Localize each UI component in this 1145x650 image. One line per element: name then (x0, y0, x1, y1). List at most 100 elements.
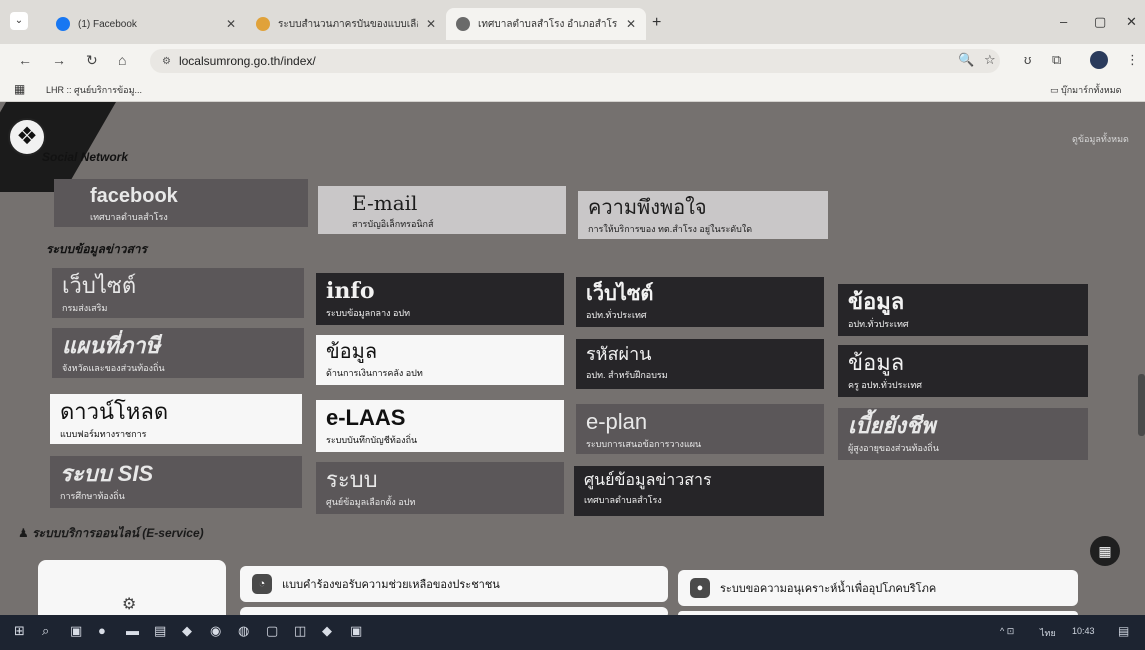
bookmark-lhr[interactable]: LHR :: ศูนย์บริการข้อมู... (46, 83, 142, 97)
card-e-laas[interactable]: e-LAAS ระบบบันทึกบัญชีท้องถิ่น (316, 400, 564, 452)
card-subtitle: แบบฟอร์มทางราชการ (60, 429, 147, 440)
card-website-lao[interactable]: เว็บไซต์ อปท.ทั่วประเทศ (576, 277, 824, 327)
close-window-button[interactable]: ✕ (1126, 14, 1137, 30)
zoom-icon[interactable]: 🔍 (958, 52, 974, 68)
bookmarks-bar: ▦ LHR :: ศูนย์บริการข้อมู... ▭ บุ๊กมาร์ก… (0, 78, 1145, 102)
close-icon[interactable]: ✕ (226, 17, 236, 31)
card-title: เว็บไซต์ (62, 273, 137, 298)
taskbar-app-9[interactable]: ◫ (294, 623, 306, 639)
card-title: facebook (90, 185, 178, 207)
url-text: localsumrong.go.th/index/ (178, 54, 316, 68)
taskbar-app-2[interactable]: ● (98, 623, 106, 638)
view-all-link[interactable]: ดูข้อมูลทั้งหมด (1072, 132, 1129, 146)
card-sis[interactable]: ระบบ SIS การศึกษาท้องถิ่น (50, 456, 302, 508)
search-icon[interactable]: ⌕ (42, 623, 49, 639)
water-drop-icon: ● (690, 578, 710, 598)
more-menu-icon[interactable]: ⋮ (1126, 52, 1139, 68)
taskbar-app-1[interactable]: ▣ (70, 623, 82, 639)
card-website-dla[interactable]: เว็บไซต์ กรมส่งเสริม (52, 268, 304, 318)
service-water-request[interactable]: ● ระบบขอความอนุเคราะห์น้ำเพื่ออุปโภคบริโ… (678, 570, 1078, 606)
card-subtitle: ครู อปท.ทั่วประเทศ (848, 380, 922, 391)
card-title: ศูนย์ข้อมูลข่าวสาร (584, 472, 712, 489)
card-title: info (326, 278, 375, 304)
tab-facebook[interactable]: (1) Facebook ✕ (46, 8, 246, 40)
new-tab-button[interactable]: + (652, 14, 661, 32)
card-subtitle: จังหวัดและของส่วนท้องถิ่น (62, 363, 165, 374)
card-election-system[interactable]: ระบบ ศูนย์ข้อมูลเลือกตั้ง อปท (316, 462, 564, 514)
forward-button[interactable]: → (52, 52, 66, 68)
card-allowance[interactable]: เบี้ยยังชีพ ผู้สูงอายุของส่วนท้องถิ่น (838, 408, 1088, 460)
card-subtitle: เทศบาลตำบลสำโรง (584, 494, 662, 505)
taskbar-app-3[interactable]: ▬ (126, 623, 139, 638)
taskbar-app-10[interactable]: ◆ (322, 623, 332, 639)
card-title: ข้อมูล (848, 289, 905, 315)
card-teacher-data[interactable]: ข้อมูล ครู อปท.ทั่วประเทศ (838, 345, 1088, 397)
home-button[interactable]: ⌂ (118, 52, 126, 68)
card-title: รหัสผ่าน (586, 344, 652, 364)
taskbar: ⊞ ⌕ ▣ ● ▬ ▤ ◆ ◉ ◍ ▢ ◫ ◆ ▣ ^ ⊡ ไทย 10:43 … (0, 615, 1145, 650)
card-info[interactable]: info ระบบข้อมูลกลาง อปท (316, 273, 564, 325)
card-subtitle: ด้านการเงินการคลัง อปท (326, 368, 423, 378)
card-download[interactable]: ดาวน์โหลด แบบฟอร์มทางราชการ (50, 394, 302, 444)
card-title: เบี้ยยังชีพ (848, 413, 936, 438)
card-finance-data[interactable]: ข้อมูล ด้านการเงินการคลัง อปท (316, 335, 564, 385)
page-content: ❖ Social Network ดูข้อมูลทั้งหมด faceboo… (0, 102, 1145, 615)
taskbar-app-8[interactable]: ▢ (266, 623, 278, 639)
card-subtitle: ระบบการเสนอข้อการวางแผน (586, 439, 702, 450)
notification-icon[interactable]: ▤ (1118, 624, 1129, 638)
card-title: ระบบ SIS (60, 461, 154, 486)
service-help-request[interactable]: ◔ แบบคำร้องขอรับความช่วยเหลือของประชาชน (240, 566, 668, 602)
card-subtitle: อปท. สำหรับฝึกอบรม (586, 369, 668, 380)
card-title: ข้อมูล (326, 341, 378, 363)
back-button[interactable]: ← (18, 52, 32, 68)
maximize-button[interactable]: ▢ (1094, 14, 1106, 30)
url-field[interactable]: ⚙ localsumrong.go.th/index/ (150, 49, 1000, 73)
card-tax-map[interactable]: แผนที่ภาษี จังหวัดและของส่วนท้องถิ่น (52, 328, 304, 378)
tray-icons[interactable]: ^ ⊡ (1000, 626, 1014, 637)
mourning-ribbon-icon: ❖ (8, 118, 46, 156)
minimize-button[interactable]: – (1060, 14, 1067, 29)
service-row-partial[interactable] (240, 607, 668, 615)
section-title-eservice: ♟ ระบบบริการออนไลน์ (E-service) (18, 524, 204, 543)
apps-icon[interactable]: ▦ (14, 82, 25, 96)
card-info-center[interactable]: ศูนย์ข้อมูลข่าวสาร เทศบาลตำบลสำโรง (574, 466, 824, 516)
card-facebook[interactable]: facebook เทศบาลตำบลสำโรง (54, 179, 308, 227)
eservice-side-panel[interactable]: ⚙ (38, 560, 226, 615)
tab-active[interactable]: เทศบาลตำบลสำโรง อำเภอสำโรง จัง ✕ (446, 8, 646, 40)
start-button[interactable]: ⊞ (14, 623, 25, 639)
bookmark-star-icon[interactable]: ☆ (984, 52, 996, 68)
taskbar-app-4[interactable]: ▤ (154, 623, 166, 639)
card-subtitle: ระบบข้อมูลกลาง อปท (326, 308, 411, 319)
apps-grid-button[interactable]: ▦ (1090, 536, 1120, 566)
card-satisfaction[interactable]: ความพึงพอใจ การให้บริการของ ทต.สำโรง อยู… (578, 191, 828, 239)
gear-icon: ⚙ (122, 596, 137, 613)
card-subtitle: การศึกษาท้องถิ่น (60, 491, 125, 502)
page-scrollbar[interactable] (1138, 374, 1145, 436)
clock[interactable]: 10:43 (1072, 626, 1095, 636)
taskbar-app-5[interactable]: ◆ (182, 623, 192, 639)
taskbar-app-7[interactable]: ◍ (238, 623, 249, 639)
extension-icon[interactable]: ʊ (1024, 52, 1031, 67)
taskbar-app-6[interactable]: ◉ (210, 623, 221, 639)
card-title: E-mail (352, 191, 418, 215)
puzzle-icon[interactable]: ⧉ (1052, 52, 1061, 68)
card-subtitle: การให้บริการของ ทต.สำโรง อยู่ในระดับใด (588, 224, 753, 234)
all-bookmarks-folder[interactable]: ▭ บุ๊กมาร์กทั้งหมด (1050, 83, 1121, 97)
card-e-plan[interactable]: e-plan ระบบการเสนอข้อการวางแผน (576, 404, 824, 454)
card-subtitle: เทศบาลตำบลสำโรง (90, 212, 168, 222)
site-favicon-icon (256, 17, 270, 31)
card-training-password[interactable]: รหัสผ่าน อปท. สำหรับฝึกอบรม (576, 339, 824, 389)
card-data-lao[interactable]: ข้อมูล อปท.ทั่วประเทศ (838, 284, 1088, 336)
close-icon[interactable]: ✕ (426, 17, 436, 31)
site-settings-icon[interactable]: ⚙ (162, 56, 171, 67)
folder-label: บุ๊กมาร์กทั้งหมด (1061, 85, 1122, 95)
profile-avatar[interactable] (1090, 51, 1108, 69)
taskbar-app-11[interactable]: ▣ (350, 623, 362, 639)
reload-button[interactable]: ↻ (86, 52, 98, 69)
section-label: ระบบบริการออนไลน์ (E-service) (32, 526, 204, 540)
tab-search-menu[interactable]: ⌄ (10, 12, 28, 30)
tab-second[interactable]: ระบบสำนวนภาครบันของแบบเลือง ✕ (246, 8, 446, 40)
close-icon[interactable]: ✕ (626, 17, 636, 31)
input-language[interactable]: ไทย (1040, 626, 1056, 640)
card-email[interactable]: E-mail สารบัญอิเล็กทรอนิกส์ (318, 186, 566, 234)
